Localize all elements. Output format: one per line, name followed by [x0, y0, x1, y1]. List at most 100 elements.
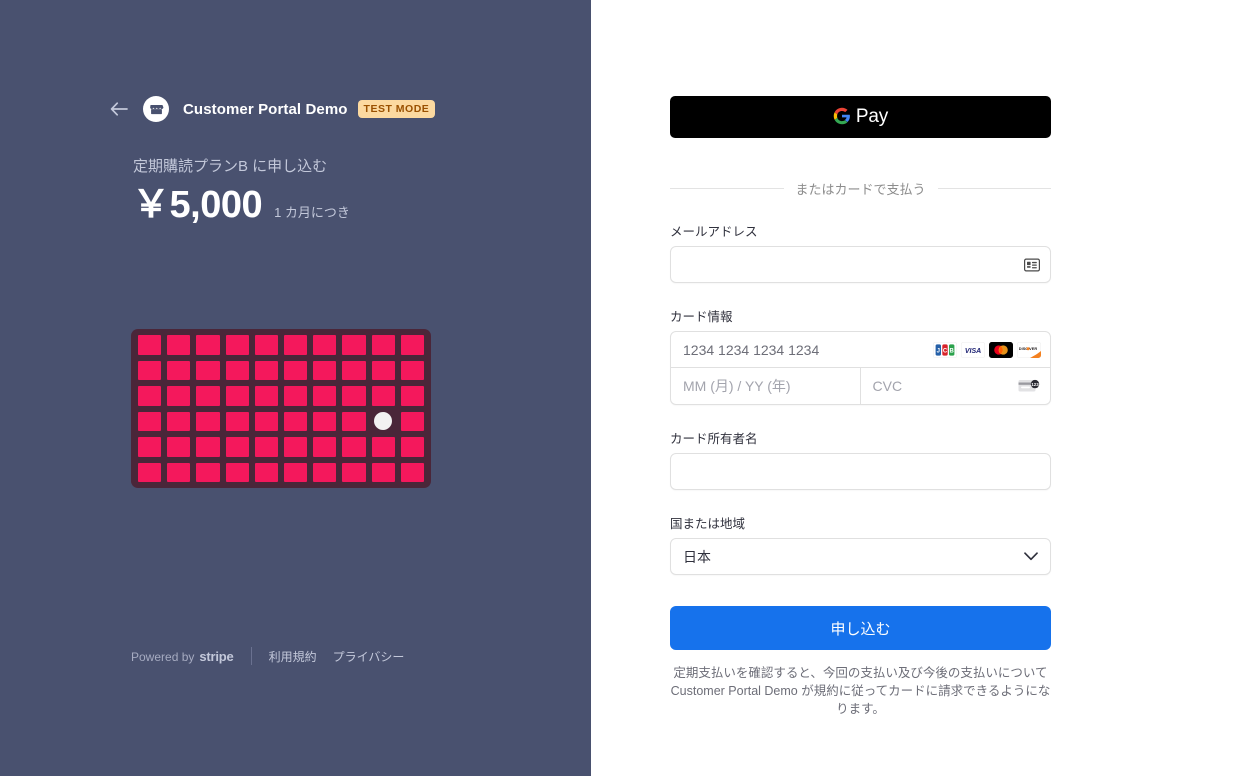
card-cvc-cell[interactable]: 123	[860, 368, 1050, 404]
price-row: ￥5,000 1 カ月につき	[132, 184, 350, 227]
grid-cell	[225, 437, 249, 457]
card-back-cvc-icon: 123	[1018, 379, 1040, 394]
submit-button[interactable]: 申し込む	[670, 606, 1051, 650]
cardholder-label: カード所有者名	[670, 432, 758, 446]
svg-text:123: 123	[1031, 382, 1039, 387]
divider-line-left	[670, 188, 784, 189]
contact-card-icon[interactable]	[1024, 258, 1040, 271]
divider-text: またはカードで支払う	[795, 182, 926, 197]
grid-cell	[313, 360, 337, 380]
grid-cell	[284, 437, 308, 457]
grid-cell	[313, 437, 337, 457]
grid-dot	[372, 412, 395, 432]
terms-link[interactable]: 利用規約	[269, 648, 317, 665]
grid-cell	[284, 386, 308, 406]
cardholder-input[interactable]	[671, 454, 1050, 489]
grid-cell	[313, 386, 337, 406]
back-arrow-icon[interactable]	[110, 96, 134, 122]
price-interval: 1 カ月につき	[274, 205, 350, 220]
grid-cell	[342, 360, 366, 380]
discover-icon: DISC VER	[1017, 341, 1041, 358]
grid-cell	[371, 335, 395, 355]
payment-form-panel: Pay またはカードで支払う メールアドレス カード情報 1234 1234 1…	[591, 0, 1249, 776]
footer-divider	[250, 647, 252, 665]
grid-cell	[313, 335, 337, 355]
grid-cell	[400, 462, 424, 482]
grid-cell	[371, 437, 395, 457]
email-label: メールアドレス	[670, 225, 758, 239]
svg-text:B: B	[950, 348, 955, 354]
terms-disclaimer: 定期支払いを確認すると、今回の支払い及び今後の支払いについて Customer …	[670, 666, 1051, 717]
checkout-page: Customer Portal Demo TEST MODE 定期購読プランB …	[0, 0, 1249, 776]
email-input[interactable]	[671, 247, 1050, 282]
grid-cell	[167, 462, 191, 482]
plan-label: 定期購読プランB に申し込む	[133, 158, 328, 175]
divider-line-right	[937, 188, 1052, 189]
grid-cell	[138, 360, 162, 380]
grid-cell	[342, 386, 366, 406]
svg-text:VISA: VISA	[965, 348, 981, 355]
grid-cell	[196, 360, 220, 380]
grid-cell	[342, 335, 366, 355]
cardholder-field-group: カード所有者名	[670, 428, 1051, 490]
grid-cell	[225, 386, 249, 406]
grid-cell	[400, 437, 424, 457]
grid-cell	[254, 360, 278, 380]
grid-cell	[342, 462, 366, 482]
svg-text:J: J	[937, 348, 940, 354]
card-field-group: カード情報 J C	[670, 306, 1051, 405]
google-g-icon	[833, 107, 851, 128]
grid-cell	[167, 335, 191, 355]
grid-cell	[138, 335, 162, 355]
google-pay-button[interactable]: Pay	[670, 96, 1051, 138]
grid-cell	[138, 386, 162, 406]
country-select[interactable]: 日本	[670, 538, 1051, 575]
grid-cell	[196, 386, 220, 406]
card-expiry-cvc-row: 123	[671, 368, 1050, 404]
grid-cell	[167, 386, 191, 406]
jcb-icon: J C B	[933, 341, 957, 358]
grid-cell	[400, 411, 424, 431]
card-brand-icons: J C B VISA DISC VER	[933, 341, 1041, 358]
price-amount: ￥5,000	[132, 184, 263, 226]
grid-cell	[254, 411, 278, 431]
grid-cell	[400, 335, 424, 355]
stripe-wordmark: stripe	[199, 648, 234, 664]
grid-cell	[167, 437, 191, 457]
grid-cell	[225, 462, 249, 482]
country-label: 国または地域	[670, 517, 746, 531]
grid-cell	[138, 411, 162, 431]
grid-cell	[254, 386, 278, 406]
chevron-down-icon	[1024, 548, 1038, 566]
email-input-shell[interactable]	[670, 246, 1051, 283]
email-field-group: メールアドレス	[670, 221, 1051, 283]
grid-cell	[400, 360, 424, 380]
grid-cell	[313, 411, 337, 431]
cardholder-input-shell[interactable]	[670, 453, 1051, 490]
grid-cell	[196, 462, 220, 482]
powered-by-stripe[interactable]: Powered by stripe	[131, 649, 234, 664]
grid-cell	[284, 335, 308, 355]
card-expiry-cell[interactable]	[671, 368, 861, 404]
storefront-icon	[143, 96, 169, 122]
grid-cell	[225, 335, 249, 355]
powered-by-text: Powered by	[131, 649, 195, 664]
order-summary-panel: Customer Portal Demo TEST MODE 定期購読プランB …	[0, 0, 591, 776]
grid-cell	[138, 462, 162, 482]
mastercard-icon	[989, 341, 1013, 358]
footer-links: 利用規約 プライバシー	[269, 648, 405, 665]
privacy-link[interactable]: プライバシー	[333, 648, 405, 665]
card-label: カード情報	[670, 310, 733, 324]
google-pay-label: Pay	[855, 106, 889, 127]
grid-cell	[342, 437, 366, 457]
test-mode-badge: TEST MODE	[357, 100, 436, 118]
card-number-row[interactable]: J C B VISA	[671, 332, 1050, 368]
grid-cell	[400, 386, 424, 406]
grid-cell	[254, 437, 278, 457]
card-expiry-input[interactable]	[671, 368, 860, 404]
grid-cell	[138, 437, 162, 457]
grid-cell	[284, 360, 308, 380]
grid-cell	[254, 462, 278, 482]
visa-icon: VISA	[961, 341, 985, 358]
country-selected-value: 日本	[683, 548, 711, 565]
